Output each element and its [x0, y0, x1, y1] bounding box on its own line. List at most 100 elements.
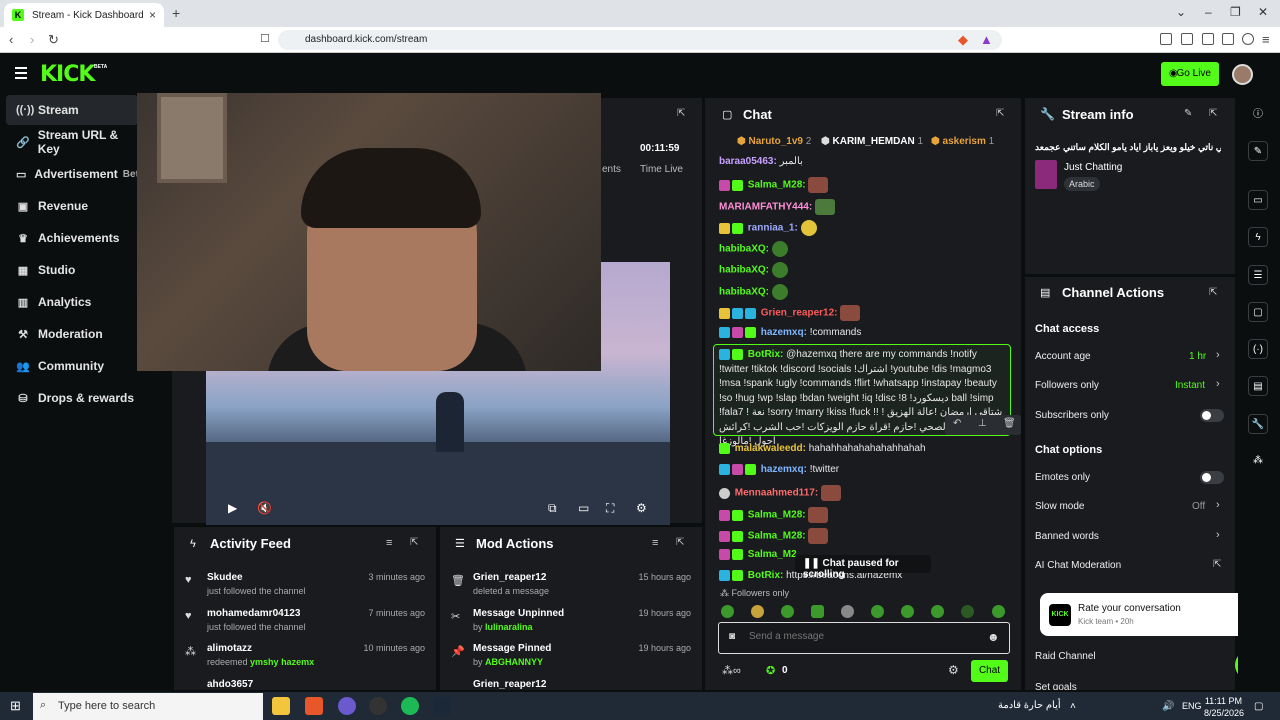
file-explorer-icon[interactable]: [272, 697, 290, 715]
emote-icon[interactable]: [992, 605, 1005, 618]
obs-icon[interactable]: [369, 697, 387, 715]
mute-icon[interactable]: 🔇: [257, 501, 272, 515]
steam-icon[interactable]: [433, 697, 451, 715]
maximize-icon[interactable]: ❐: [1230, 5, 1241, 19]
trash-icon[interactable]: 🗑: [1003, 418, 1016, 429]
chat-username[interactable]: habibaXQ:: [719, 287, 769, 298]
taskbar-search[interactable]: ⌕ Type here to search: [33, 693, 263, 720]
vpn-icon[interactable]: [1242, 33, 1254, 45]
server-icon[interactable]: ▤: [1248, 376, 1268, 396]
sidebar-item-moderation[interactable]: ⚒ Moderation: [6, 319, 138, 349]
chat-username[interactable]: BotRix:: [748, 349, 784, 360]
community-icon[interactable]: ⁂: [1248, 451, 1268, 471]
wallet-icon[interactable]: [1202, 33, 1214, 45]
raid-channel-label[interactable]: Raid Channel: [1035, 651, 1096, 662]
emote-icon[interactable]: [751, 605, 764, 618]
banned-words-label[interactable]: Banned words: [1035, 531, 1099, 542]
followers-only-value[interactable]: Instant: [1175, 380, 1205, 391]
mod-action-name[interactable]: Grien_reaper12: [473, 679, 546, 690]
weather-text[interactable]: أيام حارة قادمة: [998, 700, 1061, 711]
slow-mode-label[interactable]: Slow mode: [1035, 501, 1084, 512]
slow-mode-value[interactable]: Off: [1192, 501, 1205, 512]
minimize-icon[interactable]: –: [1205, 5, 1212, 19]
account-age-label[interactable]: Account age: [1035, 351, 1091, 362]
popout-icon[interactable]: ⇱: [676, 537, 684, 548]
chat-username[interactable]: malakwaleedd:: [735, 443, 806, 454]
chevron-right-icon[interactable]: ›: [1216, 529, 1220, 541]
chevron-up-icon[interactable]: ˄: [1070, 701, 1076, 712]
sidebar-item-analytics[interactable]: ▥ Analytics: [6, 287, 138, 317]
top-gifter[interactable]: ⬢ KARIM_HEMDAN 1: [821, 136, 923, 147]
activity-username[interactable]: Skudee: [207, 572, 243, 583]
external-link-icon[interactable]: ⇱: [1213, 559, 1221, 570]
chevron-right-icon[interactable]: ›: [1216, 378, 1220, 390]
chat-username[interactable]: habibaXQ:: [719, 265, 769, 276]
emote-icon[interactable]: [811, 605, 824, 618]
theatre-mode-icon[interactable]: ▭: [578, 501, 589, 515]
filter-icon[interactable]: ≡: [386, 537, 392, 549]
go-live-button[interactable]: ◉ Go Live: [1161, 62, 1219, 86]
app-icon[interactable]: [338, 697, 356, 715]
reply-icon[interactable]: ↶: [953, 418, 961, 429]
chat-message-input[interactable]: [749, 631, 979, 642]
volume-icon[interactable]: 🔊: [1162, 701, 1174, 712]
chat-username[interactable]: hazemxq:: [761, 464, 807, 475]
brave-shield-icon[interactable]: ◆: [958, 32, 968, 48]
chevron-right-icon[interactable]: ›: [1216, 349, 1220, 361]
list-icon[interactable]: ☰: [1248, 265, 1268, 285]
sidebar-item-stream[interactable]: ((·)) Stream: [6, 95, 138, 125]
sidebar-item-revenue[interactable]: ▣ Revenue: [6, 191, 138, 221]
browser-tab[interactable]: K Stream - Kick Dashboard ×: [4, 3, 164, 27]
emote-icon[interactable]: [931, 605, 944, 618]
community-points-icon[interactable]: ⁂∞: [722, 664, 741, 677]
chat-bubble-icon[interactable]: ▢: [1248, 302, 1268, 322]
picture-in-picture-icon[interactable]: ⧉: [548, 501, 557, 516]
chat-settings-icon[interactable]: ◙: [729, 631, 735, 642]
followers-only-label[interactable]: Followers only: [1035, 380, 1099, 391]
emote-icon[interactable]: [961, 605, 974, 618]
sidebar-item-achievements[interactable]: ♛ Achievements: [6, 223, 138, 253]
emote-icon[interactable]: [721, 605, 734, 618]
reload-icon[interactable]: ↻: [48, 32, 59, 48]
emote-icon[interactable]: [871, 605, 884, 618]
top-gifter[interactable]: ⬢ askerism 1: [931, 136, 994, 147]
top-gifter[interactable]: ⬢ Naruto_1v9 2: [737, 136, 811, 147]
activity-username[interactable]: ahdo3657: [207, 679, 253, 690]
sidebar-item-stream-url-key[interactable]: 🔗 Stream URL & Key: [6, 127, 138, 157]
chat-username[interactable]: baraa05463:: [719, 156, 777, 167]
chat-username[interactable]: ranniaa_1:: [748, 223, 798, 234]
popout-icon[interactable]: ⇱: [410, 537, 418, 548]
windows-start-icon[interactable]: ⊞: [10, 698, 21, 714]
subscribers-only-toggle[interactable]: [1200, 409, 1224, 422]
spotify-icon[interactable]: [401, 697, 419, 715]
filter-icon[interactable]: ≡: [652, 537, 658, 549]
brave-rewards-icon[interactable]: ▲: [980, 32, 993, 47]
emote-icon[interactable]: [841, 605, 854, 618]
close-window-icon[interactable]: ✕: [1258, 5, 1268, 19]
popout-icon[interactable]: ⇱: [1209, 108, 1217, 119]
chat-paused-banner[interactable]: ❚❚ Chat paused for scrolling: [795, 555, 931, 580]
url-field[interactable]: dashboard.kick.com/stream: [278, 30, 1002, 50]
forward-icon[interactable]: ›: [30, 32, 34, 47]
chat-username[interactable]: MARIAMFATHY444:: [719, 202, 812, 213]
mod-action-actor[interactable]: lulinaralina: [485, 622, 533, 632]
brave-browser-icon[interactable]: [305, 697, 323, 715]
sidebar-item-community[interactable]: 👥 Community: [6, 351, 138, 381]
wrench-icon[interactable]: 🔧: [1248, 414, 1268, 434]
activity-username[interactable]: alimotazz: [207, 643, 252, 654]
edit-pencil-icon[interactable]: ✎: [1248, 141, 1268, 161]
new-tab-icon[interactable]: +: [172, 5, 180, 21]
chat-username[interactable]: habibaXQ:: [719, 244, 769, 255]
category-name[interactable]: Just Chatting: [1064, 162, 1122, 173]
sidebar-item-drops-rewards[interactable]: ⛁ Drops & rewards: [6, 383, 138, 413]
pin-icon[interactable]: ⊥: [978, 418, 987, 429]
bookmark-icon[interactable]: ☐: [260, 32, 270, 45]
popout-icon[interactable]: ⇱: [996, 108, 1004, 119]
chat-username[interactable]: Salma_M28:: [748, 180, 806, 191]
set-goals-label[interactable]: Set goals: [1035, 682, 1077, 690]
chat-username[interactable]: BotRix:: [748, 570, 784, 581]
chevron-down-icon[interactable]: ⌄: [1176, 5, 1186, 19]
popout-icon[interactable]: ⇱: [1209, 287, 1217, 298]
sidebar-toggle-icon[interactable]: [1181, 33, 1193, 45]
input-language[interactable]: ENG: [1182, 701, 1202, 711]
